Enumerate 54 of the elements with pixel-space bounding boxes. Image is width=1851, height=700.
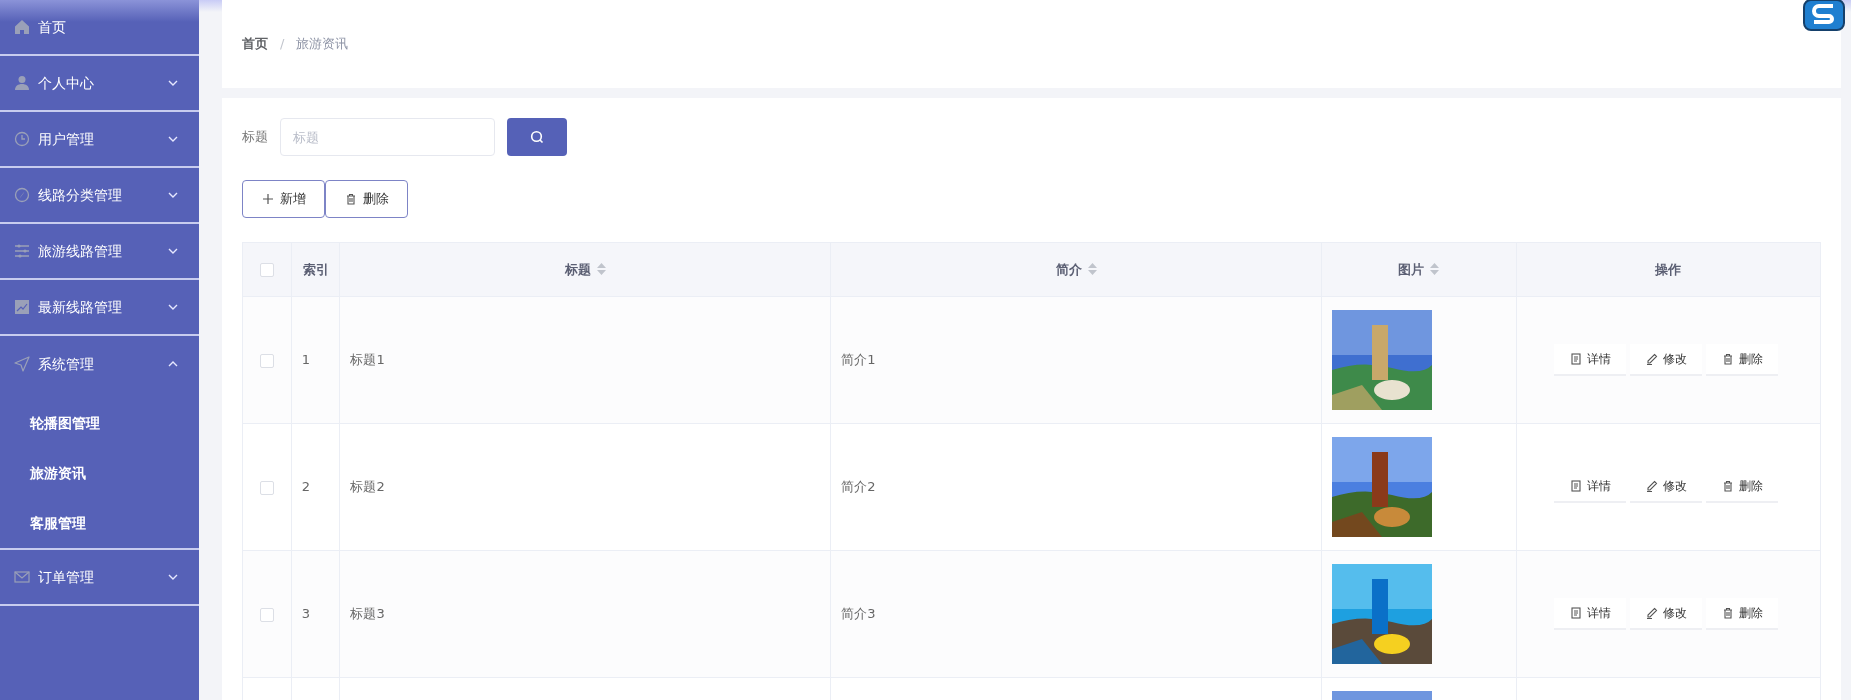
table-cell: 标题1	[350, 352, 385, 368]
table-cell: 简介2	[841, 479, 876, 495]
table-cell: 简介3	[841, 606, 876, 622]
document-icon	[1569, 607, 1582, 619]
column-header[interactable]: 简介	[830, 242, 1322, 297]
delete-button[interactable]: 删除	[325, 180, 408, 218]
column-header: 操作	[1516, 242, 1821, 297]
clock-icon	[14, 131, 30, 147]
plus-icon	[261, 193, 274, 205]
pencil-icon	[1645, 607, 1658, 619]
table-cell: 标题2	[350, 479, 385, 495]
trash-icon	[344, 193, 357, 205]
sidebar-subitem[interactable]: 轮播图管理	[0, 398, 199, 448]
search-button[interactable]	[507, 118, 567, 156]
mail-icon	[14, 569, 30, 585]
sidebar-subitem[interactable]: 客服管理	[0, 498, 199, 548]
pencil-icon	[1645, 480, 1658, 492]
home-icon	[14, 19, 30, 35]
person-icon	[14, 75, 30, 91]
row-checkbox[interactable]	[259, 353, 274, 368]
compass-icon	[14, 187, 30, 203]
row-index: 1	[301, 352, 310, 368]
search-field[interactable]: 标题	[280, 118, 495, 156]
column-header: 索引	[291, 242, 340, 297]
document-icon	[1569, 353, 1582, 365]
column-header[interactable]: 图片	[1321, 242, 1517, 297]
app-logo-icon[interactable]	[1803, 0, 1845, 32]
breadcrumb-link[interactable]: 首页	[242, 34, 268, 54]
sliders-icon	[14, 243, 30, 259]
pencil-icon	[1645, 353, 1658, 365]
add-button[interactable]: 新增	[242, 180, 325, 218]
document-icon	[1569, 480, 1582, 492]
sidebar-subitem[interactable]: 旅游资讯	[0, 448, 199, 498]
sort-icon[interactable]	[1430, 262, 1440, 275]
row-index: 2	[301, 479, 310, 495]
column-header[interactable]: 标题	[339, 242, 831, 297]
breadcrumb-separator: /	[280, 35, 285, 54]
trash-icon	[1721, 607, 1734, 619]
table-cell: 简介1	[841, 352, 876, 368]
sort-icon[interactable]	[596, 262, 606, 275]
row-index: 3	[301, 606, 310, 622]
trash-icon	[1721, 480, 1734, 492]
trash-icon	[1721, 353, 1734, 365]
sidebar-item[interactable]: 系统管理	[0, 336, 199, 392]
select-all-checkbox[interactable]	[259, 263, 274, 278]
paper-plane-icon	[14, 356, 30, 372]
row-checkbox[interactable]	[259, 607, 274, 622]
sort-icon[interactable]	[1087, 262, 1097, 275]
chart-icon	[14, 299, 30, 315]
search-icon	[530, 130, 544, 144]
table-cell: 标题3	[350, 606, 385, 622]
breadcrumb-current: 旅游资讯	[296, 35, 349, 54]
row-checkbox[interactable]	[259, 480, 274, 495]
search-label: 标题	[242, 128, 268, 147]
